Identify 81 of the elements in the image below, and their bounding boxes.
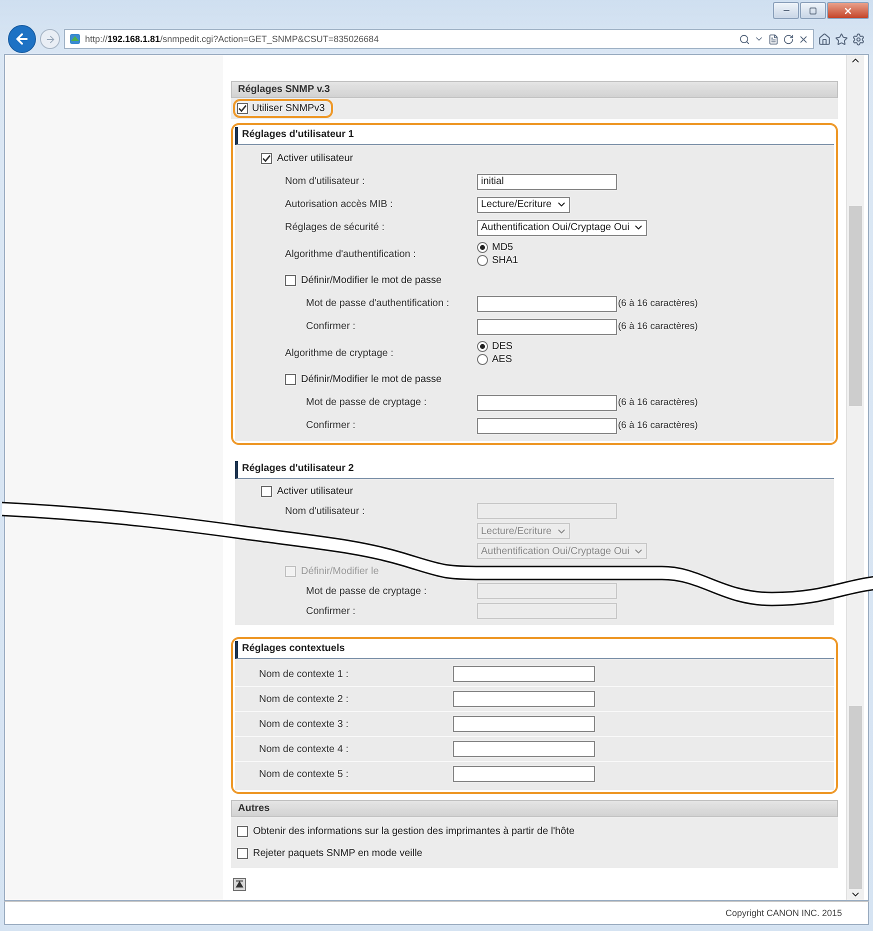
search-icon[interactable] [739,34,750,44]
field-label: Mot de passe de cryptage : [305,586,427,596]
checkbox[interactable] [237,826,248,836]
scrollbar-thumb[interactable] [849,206,862,406]
field-label: Confirmer : [305,321,356,332]
checkbox-label: Définir/Modifier le mot de passe [301,374,442,385]
field-hint: (6 à 16 caractères) [618,397,698,408]
scrollbar[interactable] [846,55,864,900]
checkbox-label: Définir/Modifier le [301,566,379,576]
field-label: Mot de passe d'authentification : [305,298,450,309]
settings-icon[interactable] [852,32,865,46]
field-label: Nom de contexte 1 : [259,668,350,680]
maximize-icon [809,6,817,14]
text-field[interactable] [453,716,595,732]
field-label: Confirmer : [305,606,356,616]
field-label: Confirmer : [305,420,356,431]
radio-button[interactable] [477,242,488,253]
scrollbar-thumb[interactable] [849,706,862,889]
radio-button[interactable] [477,341,488,352]
checkbox-label: Activer utilisateur [277,153,354,164]
address-bar[interactable]: http://192.168.1.81/snmpedit.cgi?Action=GET_SNMP&CSUT=835026684 [64,29,814,49]
checkbox[interactable] [237,848,248,858]
field-label: Nom de contexte 4 : [259,744,350,754]
field-label: Réglages de sécurité : [285,222,385,233]
maximize-button[interactable] [800,2,826,19]
forward-arrow-icon [44,34,56,44]
checkbox[interactable] [261,153,272,164]
text-field[interactable] [453,741,595,757]
checkbox[interactable] [285,275,296,286]
text-field[interactable] [477,394,617,410]
radio-label: AES [492,354,512,365]
text-field[interactable] [477,318,617,334]
checkbox[interactable] [237,103,248,114]
close-icon[interactable] [798,34,809,44]
field-label: Algorithme de cryptage : [285,348,394,358]
section-title: Réglages d'utilisateur 1 [235,127,834,145]
section-header: Réglages SNMP v.3 [231,81,838,98]
minimize-button[interactable] [773,2,799,19]
radio-label: SHA1 [492,255,518,266]
text-field[interactable] [453,766,595,782]
close-icon [843,6,853,16]
radio-label: MD5 [492,242,514,253]
text-field[interactable] [453,666,595,682]
checkbox-label: Obtenir des informations sur la gestion des imprimantes à partir de l'hôte [253,826,575,836]
home-icon[interactable] [818,32,831,46]
field-label: Autorisation accès MIB : [285,199,393,210]
dropdown[interactable]: Lecture/Ecriture [477,196,570,212]
url-text: http://192.168.1.81/snmpedit.cgi?Action=GET_SNMP&CSUT=835026684 [85,34,380,44]
field-label: Algorithme d'authentification : [285,248,416,260]
field-label: Nom d'utilisateur : [285,176,365,187]
field-label: Mot de passe de cryptage : [305,397,427,408]
dropdown[interactable]: Authentification Oui/Cryptage Oui [477,220,648,236]
back-to-top-icon[interactable] [233,878,246,891]
close-button[interactable] [827,2,869,19]
star-icon[interactable] [835,32,848,46]
text-field[interactable] [477,418,617,434]
radio-button[interactable] [477,354,488,365]
back-button[interactable] [8,25,36,53]
field-hint: (6 à 16 caractères) [618,298,698,309]
checkbox-label: Définir/Modifier le mot de passe [301,275,442,286]
field-label: Nom de contexte 5 : [259,768,350,780]
copyright-text: Copyright CANON INC. 2015 [725,908,842,918]
checkbox-label: Utiliser SNMPv3 [252,103,325,114]
field-label: Nom de contexte 3 : [259,718,350,730]
checkbox-label: Activer utilisateur [277,486,354,496]
page-icon[interactable] [768,34,779,44]
text-field[interactable] [453,691,595,707]
text-field[interactable]: initial [477,174,617,190]
field-hint: (6 à 16 caractères) [618,420,698,431]
section-header: Autres [231,800,838,817]
section-title: Réglages d'utilisateur 2 [235,461,834,479]
field-label: Nom d'utilisateur : [285,506,365,516]
radio-button[interactable] [477,255,488,266]
checkbox-label: Rejeter paquets SNMP en mode veille [253,848,422,858]
refresh-icon[interactable] [783,34,794,44]
field-hint: (6 à 16 caractères) [618,321,698,332]
radio-label: DES [492,341,513,352]
section-title: Réglages contextuels [235,641,834,659]
text-field[interactable] [477,296,617,312]
checkbox[interactable] [285,374,296,385]
field-label: Nom de contexte 2 : [259,694,350,704]
